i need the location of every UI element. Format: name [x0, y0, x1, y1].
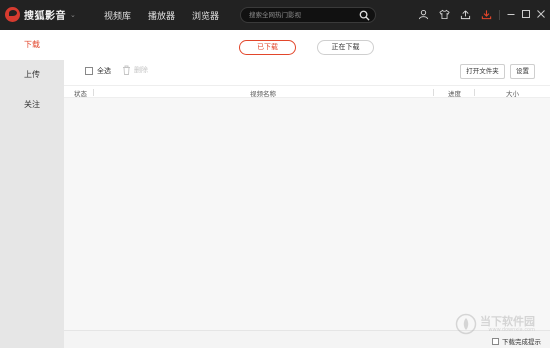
column-header-status[interactable]: 状态 — [74, 88, 87, 98]
watermark: 当下软件园 www.downxia.com — [455, 313, 535, 335]
trash-icon — [123, 65, 130, 75]
tab-downloading[interactable]: 正在下载 — [317, 40, 374, 55]
column-header-progress[interactable]: 进度 — [448, 88, 461, 98]
watermark-name: 当下软件园 — [480, 314, 535, 328]
sidebar-item-follow[interactable]: 关注 — [0, 90, 64, 120]
downxia-logo-icon — [455, 313, 477, 335]
column-divider — [433, 89, 434, 96]
nav-item-browser[interactable]: 浏览器 — [192, 9, 219, 22]
search-box — [240, 7, 376, 23]
toolbar-divider — [499, 10, 500, 20]
delete-label: 删除 — [134, 66, 148, 74]
app-logo[interactable]: 搜狐影音 ⌄ — [5, 7, 76, 22]
chevron-down-icon[interactable]: ⌄ — [70, 11, 76, 19]
watermark-url: www.downxia.com — [488, 326, 535, 333]
sidebar: 下载 上传 关注 — [0, 30, 64, 348]
close-icon[interactable] — [536, 9, 546, 19]
minimize-icon[interactable] — [506, 9, 516, 19]
shirt-icon[interactable] — [439, 9, 450, 20]
sohu-logo-icon — [5, 7, 20, 22]
settings-button[interactable]: 设置 — [510, 64, 535, 79]
window-controls — [506, 9, 546, 19]
column-divider — [474, 89, 475, 96]
search-input[interactable] — [249, 9, 355, 21]
main-panel: 已下载 正在下载 全选 删除 打开文件夹 设置 状态 视频名称 进度 大小 下载… — [64, 30, 550, 348]
column-header-name[interactable]: 视频名称 — [250, 88, 276, 98]
search-icon[interactable] — [359, 10, 370, 21]
nav-item-video-library[interactable]: 视频库 — [104, 9, 131, 22]
sidebar-item-upload[interactable]: 上传 — [0, 60, 64, 90]
delete-button[interactable]: 删除 — [122, 65, 148, 75]
tab-downloaded[interactable]: 已下载 — [239, 40, 296, 55]
checkbox[interactable] — [492, 337, 499, 345]
nav-item-player[interactable]: 播放器 — [148, 9, 175, 22]
download-list[interactable] — [64, 98, 550, 330]
download-icon[interactable] — [481, 9, 492, 20]
user-icon[interactable] — [418, 9, 429, 20]
title-bar: 搜狐影音 ⌄ 视频库 播放器 浏览器 — [0, 0, 550, 30]
toolbar-icons — [418, 9, 492, 20]
notify-checkbox[interactable]: 下载完成提示 — [492, 336, 541, 346]
column-header-size[interactable]: 大小 — [506, 88, 519, 98]
maximize-icon[interactable] — [521, 9, 531, 19]
app-name: 搜狐影音 — [24, 11, 66, 22]
sidebar-item-download[interactable]: 下载 — [0, 30, 64, 60]
open-folder-button[interactable]: 打开文件夹 — [460, 64, 505, 79]
select-all-label: 全选 — [97, 67, 111, 75]
checkbox[interactable] — [85, 67, 93, 75]
column-divider — [93, 89, 94, 96]
table-header: 状态 视频名称 进度 大小 — [64, 85, 550, 98]
top-nav: 视频库 播放器 浏览器 — [104, 9, 219, 22]
select-all-checkbox[interactable]: 全选 — [85, 66, 111, 76]
upload-icon[interactable] — [460, 9, 471, 20]
notify-label: 下载完成提示 — [502, 338, 541, 346]
